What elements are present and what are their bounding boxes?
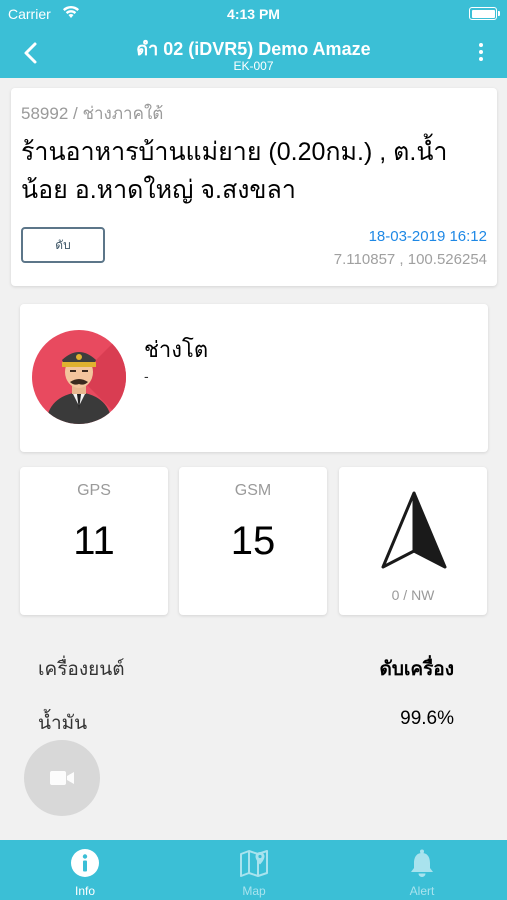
status-bar: Carrier 4:13 PM: [0, 0, 507, 28]
gps-stat-card: GPS 11: [20, 467, 168, 615]
driver-detail: -: [144, 368, 149, 384]
map-icon: [240, 850, 268, 877]
tab-map-label: Map: [242, 884, 266, 898]
fuel-label: น้ำมัน: [38, 713, 88, 734]
fuel-value: 99.6%: [400, 708, 454, 729]
more-menu-icon[interactable]: [475, 40, 487, 66]
video-camera-icon: [50, 771, 74, 785]
tab-alert[interactable]: Alert: [377, 840, 467, 900]
engine-label: เครื่องยนต์: [38, 659, 125, 680]
location-address: ร้านอาหารบ้านแม่ยาย (0.20กม.) , ต.น้ำน้อ…: [21, 138, 448, 204]
nav-subtitle: EK-007: [233, 59, 274, 73]
engine-status-button[interactable]: ดับ: [21, 227, 105, 263]
tab-info[interactable]: Info: [40, 840, 130, 900]
gsm-stat-card: GSM 15: [179, 467, 327, 615]
gsm-label: GSM: [234, 482, 272, 499]
video-button[interactable]: [24, 740, 100, 816]
fuel-row: น้ำมัน 99.6%: [38, 704, 454, 734]
content-area: 58992 / ช่างภาคใต้ ร้านอาหารบ้านแม่ยาย (…: [0, 78, 507, 840]
gps-value: 11: [73, 519, 115, 563]
gsm-value: 15: [230, 519, 276, 563]
bell-icon: [411, 849, 433, 877]
tab-map[interactable]: Map: [209, 840, 299, 900]
nav-bar: ดำ 02 (iDVR5) Demo Amaze EK-007: [0, 28, 507, 78]
driver-avatar-icon: [46, 330, 126, 424]
direction-stat-card: 0 / NW: [339, 467, 487, 615]
gps-label: GPS: [77, 482, 111, 499]
direction-label: 0 / NW: [391, 587, 435, 603]
engine-row: เครื่องยนต์ ดับเครื่อง: [38, 650, 454, 680]
tab-alert-label: Alert: [409, 884, 435, 898]
top-bar: Carrier 4:13 PM ดำ 02 (iDVR5) Demo Amaze…: [0, 0, 507, 78]
battery-icon: [469, 7, 500, 20]
back-chevron-icon[interactable]: [16, 38, 46, 68]
location-card: 58992 / ช่างภาคใต้ ร้านอาหารบ้านแม่ยาย (…: [11, 88, 497, 286]
driver-avatar: [32, 330, 126, 424]
status-time: 4:13 PM: [227, 6, 280, 22]
tab-bar: Info Map Alert: [0, 840, 507, 900]
navigation-arrow-icon: [381, 491, 447, 569]
driver-card[interactable]: ช่างโต -: [20, 304, 488, 452]
engine-value: ดับเครื่อง: [379, 659, 455, 680]
vehicle-id-group: 58992 / ช่างภาคใต้: [21, 104, 164, 123]
gps-coordinates: 7.110857 , 100.526254: [333, 251, 487, 268]
driver-name: ช่างโต: [144, 337, 209, 362]
last-update-time[interactable]: 18-03-2019 16:12: [369, 228, 487, 245]
info-circle-icon: [71, 849, 99, 877]
tab-info-label: Info: [74, 884, 95, 898]
